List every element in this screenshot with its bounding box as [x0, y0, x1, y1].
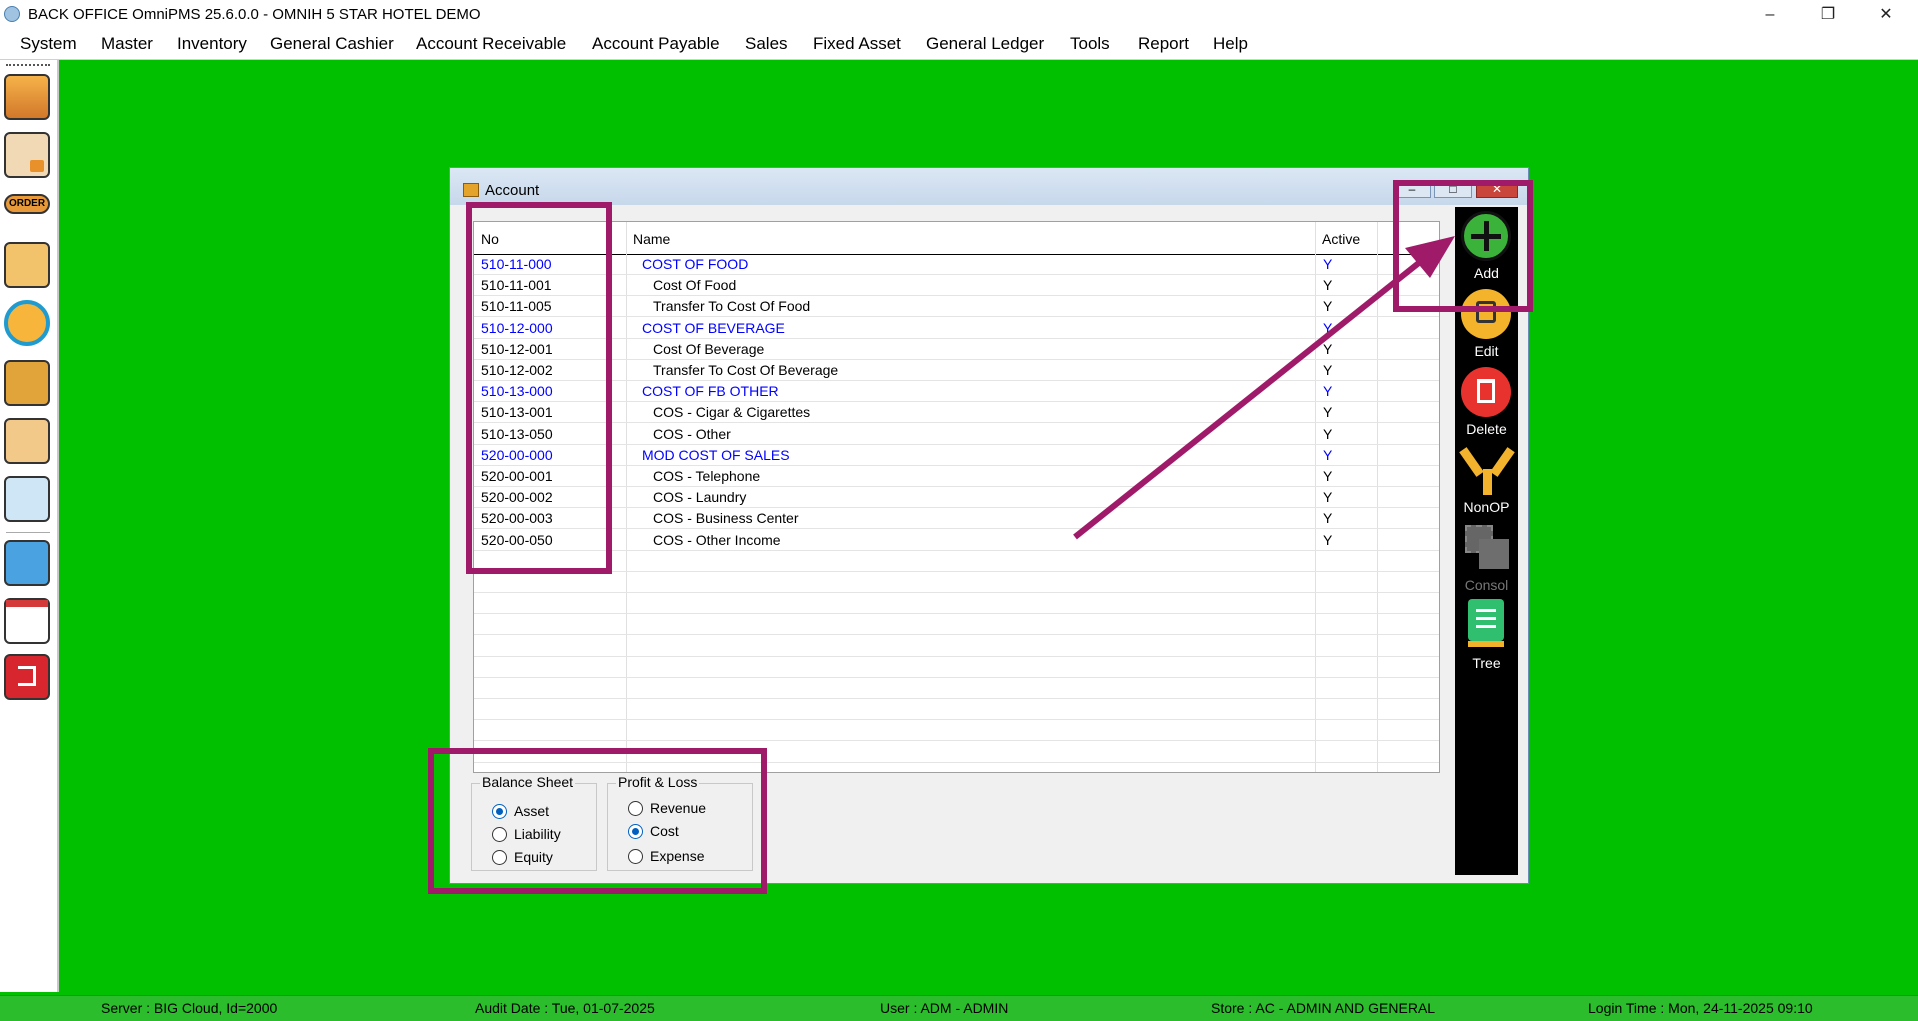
status-bar: Server : BIG Cloud, Id=2000 Audit Date :…: [0, 995, 1918, 1021]
status-user: User : ADM - ADMIN: [880, 1000, 1009, 1016]
status-audit-date: Audit Date : Tue, 01-07-2025: [475, 1000, 655, 1016]
status-server: Server : BIG Cloud, Id=2000: [101, 1000, 278, 1016]
status-login-time: Login Time : Mon, 24-11-2025 09:10: [1588, 1000, 1813, 1016]
annotation-arrow: [1073, 236, 1455, 540]
status-store: Store : AC - ADMIN AND GENERAL: [1211, 1000, 1436, 1016]
